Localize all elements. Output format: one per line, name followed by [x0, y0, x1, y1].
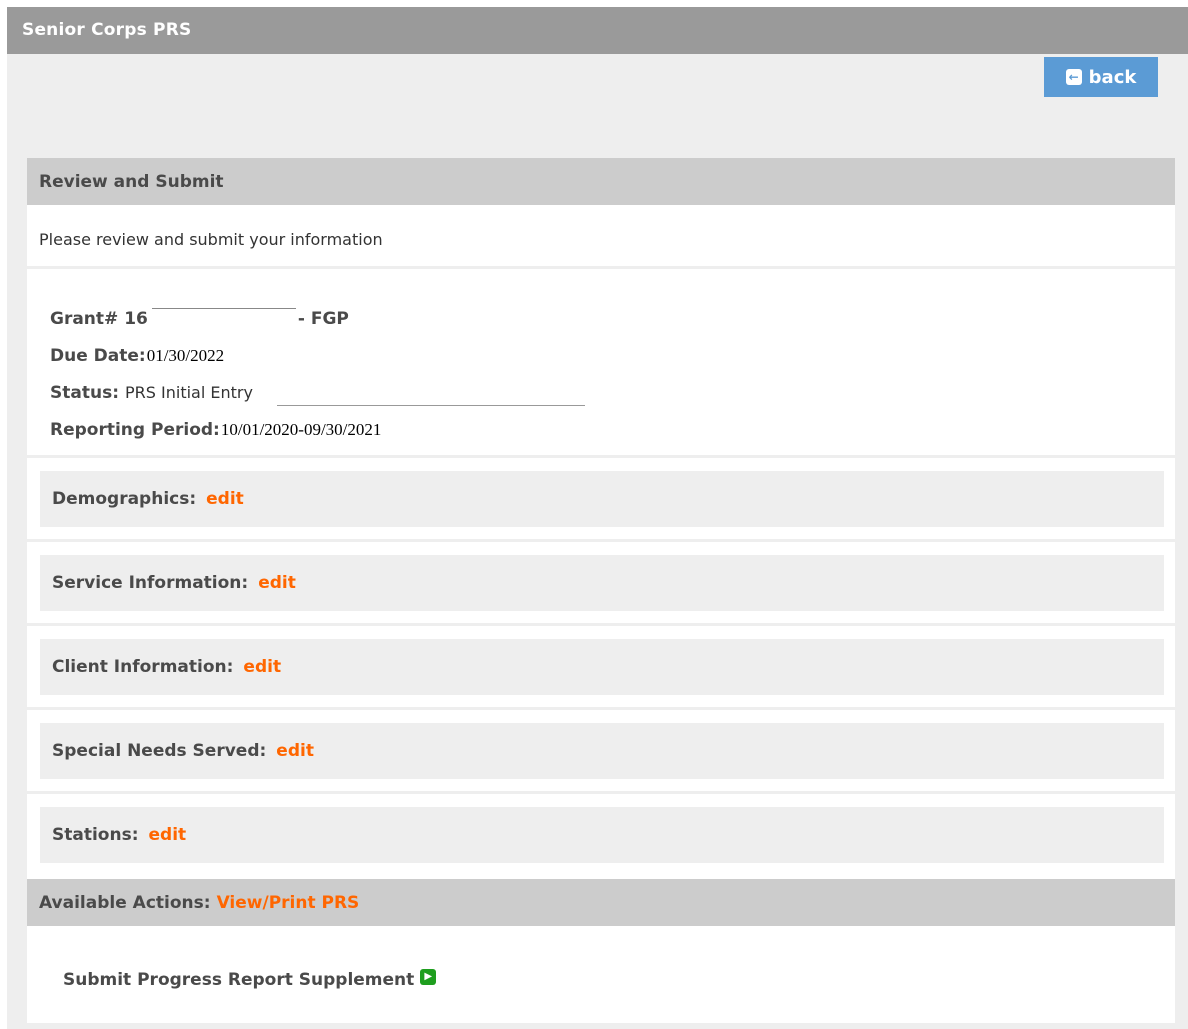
divider — [27, 266, 1175, 269]
available-actions-label: Available Actions: — [39, 892, 211, 913]
due-date-value: 01/30/2022 — [146, 345, 225, 365]
edit-stations-link[interactable]: edit — [149, 825, 187, 845]
status-value: PRS Initial Entry — [125, 383, 253, 402]
reporting-period-label: Reporting Period: — [50, 419, 220, 440]
section-client-information: Client Information: edit — [40, 639, 1164, 695]
edit-special-needs-link[interactable]: edit — [276, 741, 314, 761]
section-label: Service Information: — [52, 573, 249, 593]
review-panel: Review and Submit Please review and subm… — [27, 158, 1175, 1023]
grant-number-label: Grant# 16 — [50, 308, 148, 329]
section-label: Special Needs Served: — [52, 741, 267, 761]
available-actions-header: Available Actions: View/Print PRS — [27, 879, 1175, 926]
redacted-grant-id — [151, 308, 296, 329]
grant-info: Grant# 16 - FGP Due Date: 01/30/2022 Sta… — [50, 300, 750, 448]
submit-supplement-link[interactable]: Submit Progress Report Supplement ▶ — [63, 969, 437, 990]
divider — [27, 707, 1175, 710]
status-label: Status: — [50, 382, 119, 403]
divider — [277, 405, 585, 406]
view-print-prs-link[interactable]: View/Print PRS — [217, 893, 360, 913]
arrow-left-icon: ← — [1065, 69, 1082, 85]
page-background: Senior Corps PRS ← back Review and Submi… — [7, 7, 1188, 1029]
submit-supplement-label: Submit Progress Report Supplement — [63, 970, 415, 990]
section-service-information: Service Information: edit — [40, 555, 1164, 611]
due-date-label: Due Date: — [50, 345, 146, 366]
edit-client-information-link[interactable]: edit — [243, 657, 281, 677]
section-stations: Stations: edit — [40, 807, 1164, 863]
reporting-period-row: Reporting Period: 10/01/2020-09/30/2021 — [50, 411, 750, 448]
edit-service-information-link[interactable]: edit — [258, 573, 296, 593]
app-header: Senior Corps PRS — [7, 7, 1188, 54]
divider — [27, 455, 1175, 458]
review-header: Review and Submit — [27, 158, 1175, 205]
divider — [27, 791, 1175, 794]
back-button[interactable]: ← back — [1044, 57, 1158, 97]
due-date-row: Due Date: 01/30/2022 — [50, 337, 750, 374]
section-label: Stations: — [52, 825, 139, 845]
app-title: Senior Corps PRS — [22, 20, 192, 40]
grant-number-row: Grant# 16 - FGP — [50, 300, 750, 337]
review-intro: Please review and submit your informatio… — [39, 230, 383, 249]
section-special-needs-served: Special Needs Served: edit — [40, 723, 1164, 779]
divider — [27, 623, 1175, 626]
review-title: Review and Submit — [39, 171, 224, 192]
arrow-right-icon[interactable]: ▶ — [420, 969, 437, 985]
back-label: back — [1088, 66, 1137, 88]
grant-program: - FGP — [297, 308, 349, 329]
reporting-period-value: 10/01/2020-09/30/2021 — [220, 419, 382, 439]
section-label: Demographics: — [52, 489, 197, 509]
divider — [27, 539, 1175, 542]
section-demographics: Demographics: edit — [40, 471, 1164, 527]
section-label: Client Information: — [52, 657, 234, 677]
edit-demographics-link[interactable]: edit — [206, 489, 244, 509]
